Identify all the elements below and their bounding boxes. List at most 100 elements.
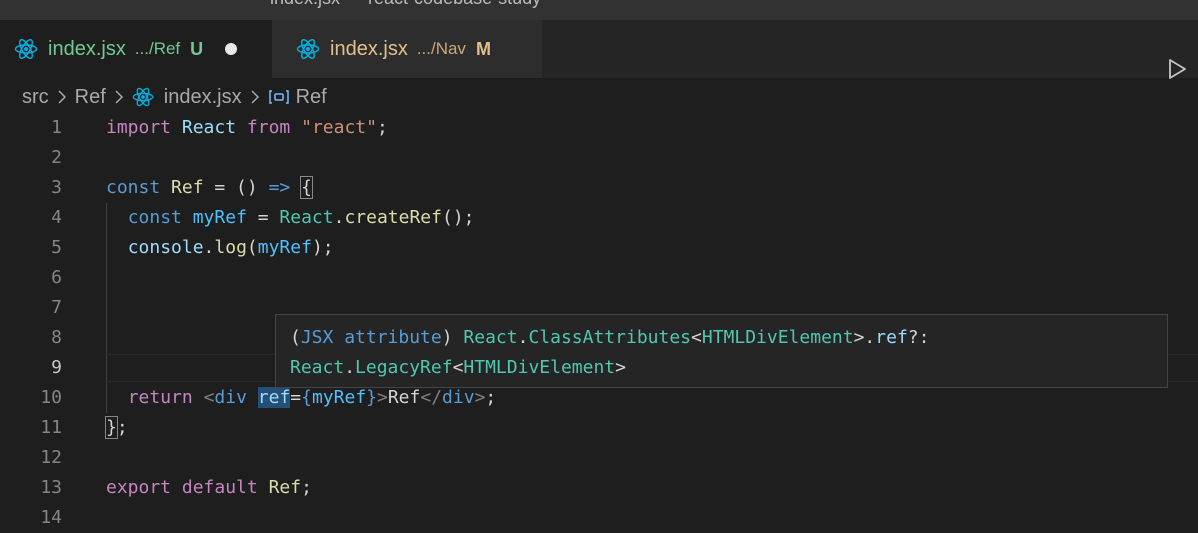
unsaved-dot-icon[interactable] — [225, 43, 238, 55]
code-token: JSX attribute — [300, 327, 442, 348]
chevron-right-icon — [58, 90, 66, 104]
code-token: . — [517, 327, 529, 348]
code-token: ); — [311, 237, 334, 258]
code-token: (); — [442, 207, 475, 228]
code-token: = — [290, 387, 302, 408]
breadcrumb-file[interactable]: index.jsx — [164, 86, 242, 109]
code-token: React — [181, 117, 237, 138]
tab-file-name: index.jsx — [330, 37, 408, 60]
window-title: index.jsx — react-codebase-study — [270, 0, 541, 9]
code-line[interactable]: 11}; — [0, 413, 1198, 443]
code-line[interactable]: 5 console.log(myRef); — [0, 233, 1198, 263]
code-token: < — [691, 327, 702, 348]
code-token: </ — [420, 387, 443, 408]
code-token: React — [279, 207, 334, 228]
code-line[interactable]: 13 export default Ref; — [0, 473, 1198, 503]
code-line[interactable]: 2 — [0, 143, 1198, 173]
code-token: ( — [246, 237, 258, 258]
code-token: ) — [441, 327, 464, 348]
react-icon — [132, 87, 154, 107]
tab-file-path: .../Ref — [134, 39, 181, 58]
code-token: Ref — [268, 477, 302, 498]
code-token: const — [127, 207, 182, 228]
breadcrumb-ref-folder[interactable]: Ref — [75, 86, 106, 109]
code-token: import — [106, 117, 172, 138]
untracked-badge: U — [190, 38, 204, 59]
code-token: export — [106, 477, 172, 498]
code-token: = () — [203, 177, 269, 198]
tab-file-path: .../Nav — [416, 39, 466, 58]
code-token: React — [463, 327, 518, 348]
code-token: => — [268, 177, 291, 198]
code-token: . — [203, 237, 215, 258]
tab-bar: index.jsx .../Ref U index.jsx .../Nav M — [0, 20, 1198, 81]
code-token: { — [301, 387, 312, 408]
line-number: 5 — [51, 237, 62, 258]
code-token: } — [366, 387, 377, 408]
code-token: Ref — [171, 177, 204, 198]
hover-line: React.LegacyRef<HTMLDivElement> — [290, 353, 1153, 383]
code-line[interactable]: 12 — [0, 443, 1198, 473]
code-token: return — [127, 387, 193, 408]
line-number: 3 — [51, 177, 62, 198]
code-token: myRef — [192, 207, 247, 228]
line-number: 12 — [40, 447, 62, 468]
react-icon — [296, 38, 320, 60]
code-token: = — [246, 207, 280, 228]
code-token: >. — [853, 327, 876, 348]
code-token: console — [127, 237, 204, 258]
code-token: . — [333, 207, 345, 228]
tab-index-nav[interactable]: index.jsx .../Nav M — [272, 20, 542, 78]
line-number: 6 — [51, 267, 62, 288]
line-number: 7 — [51, 297, 62, 318]
line-number: 14 — [40, 507, 62, 528]
breadcrumb-src[interactable]: src — [22, 86, 49, 109]
code-token: log — [214, 237, 247, 258]
code-line[interactable]: 1 import React from "react"; — [0, 113, 1198, 143]
code-line[interactable]: 6 — [0, 263, 1198, 293]
code-token: LegacyRef — [355, 357, 453, 378]
code-token: myRef — [257, 237, 312, 258]
code-token: "react" — [301, 117, 377, 138]
code-token: ( — [290, 327, 301, 348]
code-line[interactable]: 4 const myRef = React.createRef(); — [0, 203, 1198, 233]
line-number: 11 — [40, 417, 62, 438]
code-token: myRef — [311, 387, 367, 408]
chevron-right-icon — [251, 90, 259, 104]
line-number: 8 — [51, 327, 62, 348]
variable-symbol-icon — [268, 90, 289, 104]
code-line[interactable]: 14 — [0, 503, 1198, 533]
code-token: ref — [875, 327, 908, 348]
code-text: const Ref = () => { — [106, 173, 313, 203]
code-token: > — [474, 387, 486, 408]
code-token: ClassAttributes — [528, 327, 692, 348]
line-number: 13 — [40, 477, 62, 498]
code-token: from — [246, 117, 291, 138]
breadcrumb: src Ref index.jsx Ref — [22, 82, 327, 112]
breadcrumb-symbol[interactable]: Ref — [296, 86, 327, 109]
code-token: ref — [257, 387, 291, 408]
code-token: div — [442, 387, 475, 408]
code-token: > — [615, 357, 626, 378]
run-icon[interactable] — [1166, 57, 1188, 81]
code-token: . — [344, 357, 356, 378]
line-number: 2 — [51, 147, 62, 168]
line-number: 9 — [51, 357, 62, 378]
hover-tooltip: (JSX attribute) React.ClassAttributes<HT… — [275, 314, 1168, 388]
code-line[interactable]: 3 const Ref = () => { — [0, 173, 1198, 203]
code-token: ; — [116, 417, 128, 438]
tab-file-name: index.jsx — [48, 37, 126, 60]
tab-index-ref[interactable]: index.jsx .../Ref U — [0, 20, 272, 78]
code-token: < — [203, 387, 215, 408]
